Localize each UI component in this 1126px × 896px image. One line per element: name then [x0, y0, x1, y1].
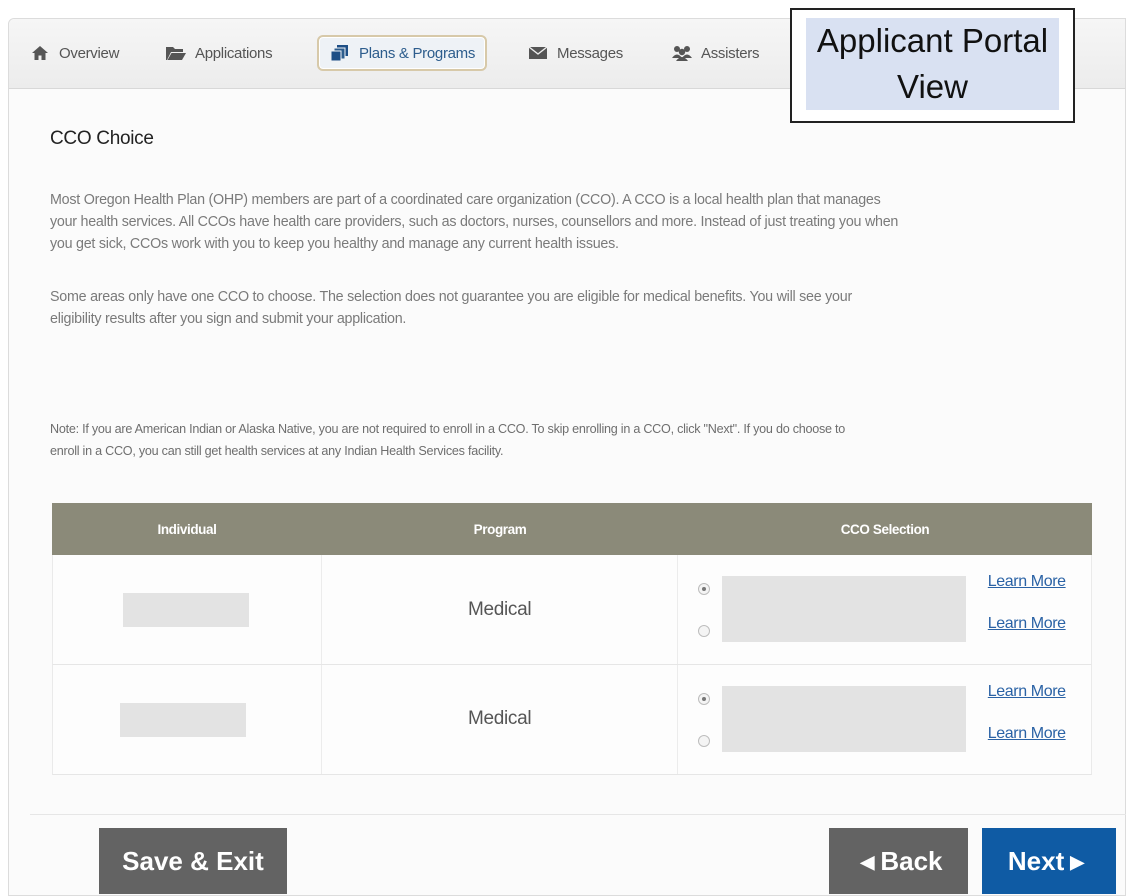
table-row: Medical Learn More Learn More: [52, 665, 1092, 775]
portal-view-label-text: Applicant Portal View: [806, 18, 1059, 110]
header-program: Program: [473, 521, 527, 537]
redacted-name: [120, 703, 246, 737]
tab-label: Messages: [557, 44, 623, 62]
cco-radio[interactable]: [697, 583, 710, 595]
program-cell: Medical: [322, 555, 678, 664]
note-line: enroll in a CCO, you can still get healt…: [50, 444, 504, 458]
save-exit-button[interactable]: Save & Exit: [99, 828, 287, 894]
note-line: Note: If you are American Indian or Alas…: [50, 422, 846, 436]
tab-label: Overview: [59, 44, 120, 62]
portal-label-line1: Applicant Portal: [816, 22, 1049, 59]
intro-paragraph: Most Oregon Health Plan (OHP) members ar…: [50, 189, 898, 255]
back-label: Back: [880, 845, 943, 876]
envelope-icon: [527, 45, 549, 61]
tab-overview[interactable]: Overview: [29, 35, 119, 71]
caret-left-icon: ◀: [860, 851, 875, 872]
save-exit-label: Save & Exit: [122, 845, 264, 876]
back-button[interactable]: ◀ Back: [829, 828, 968, 894]
folder-icon: [165, 45, 187, 61]
individual-cell: [53, 665, 323, 774]
learn-more-link[interactable]: Learn More: [988, 615, 1066, 633]
intro-line: your health services. All CCOs have heal…: [50, 214, 899, 230]
learn-more-link[interactable]: Learn More: [988, 725, 1066, 743]
cco-radio[interactable]: [697, 735, 710, 747]
learn-more-link[interactable]: Learn More: [988, 683, 1066, 701]
tab-messages[interactable]: Messages: [527, 35, 623, 71]
cco-cell: Learn More Learn More: [678, 555, 1091, 664]
tab-label: Assisters: [701, 44, 760, 62]
tab-applications[interactable]: Applications: [165, 35, 273, 71]
home-icon: [29, 45, 51, 61]
footer-divider: [30, 814, 1126, 815]
next-label: Next: [1007, 845, 1065, 876]
note-paragraph: Note: If you are American Indian or Alas…: [50, 418, 1116, 462]
header-cco-selection: CCO Selection: [840, 521, 930, 537]
table-row: Medical Learn More Learn More: [52, 555, 1092, 665]
section-title: CCO Choice: [50, 128, 154, 149]
cco-radio[interactable]: [697, 625, 710, 637]
tab-label: Plans & Programs: [359, 44, 476, 62]
intro-line: you get sick, CCOs work with you to keep…: [50, 236, 619, 252]
portal-label-line2: View: [897, 68, 968, 105]
eligibility-line: Some areas only have one CCO to choose. …: [50, 289, 852, 305]
files-icon: [329, 45, 351, 62]
redacted-name: [123, 593, 249, 627]
learn-more-link[interactable]: Learn More: [988, 573, 1066, 591]
users-icon: [671, 45, 693, 61]
tab-plans-programs[interactable]: Plans & Programs: [317, 35, 488, 71]
next-button[interactable]: Next ▶: [982, 828, 1116, 894]
cco-cell: Learn More Learn More: [678, 665, 1091, 774]
tab-assisters[interactable]: Assisters: [671, 35, 759, 71]
tab-label: Applications: [195, 44, 273, 62]
table-header: Individual Program CCO Selection: [52, 503, 1092, 555]
cco-selection-table: Individual Program CCO Selection Medical…: [52, 503, 1092, 775]
caret-right-icon: ▶: [1070, 851, 1085, 872]
portal-view-label: Applicant Portal View: [790, 8, 1075, 123]
header-individual: Individual: [157, 521, 217, 537]
intro-line: Most Oregon Health Plan (OHP) members ar…: [50, 192, 881, 208]
program-cell: Medical: [322, 665, 678, 774]
redacted-cco-options: [721, 686, 966, 752]
program-text: Medical: [467, 599, 532, 620]
eligibility-paragraph: Some areas only have one CCO to choose. …: [50, 286, 852, 330]
eligibility-line: eligibility results after you sign and s…: [50, 311, 407, 327]
redacted-cco-options: [721, 576, 966, 642]
individual-cell: [53, 555, 323, 664]
program-text: Medical: [467, 708, 532, 729]
cco-radio[interactable]: [697, 693, 710, 705]
